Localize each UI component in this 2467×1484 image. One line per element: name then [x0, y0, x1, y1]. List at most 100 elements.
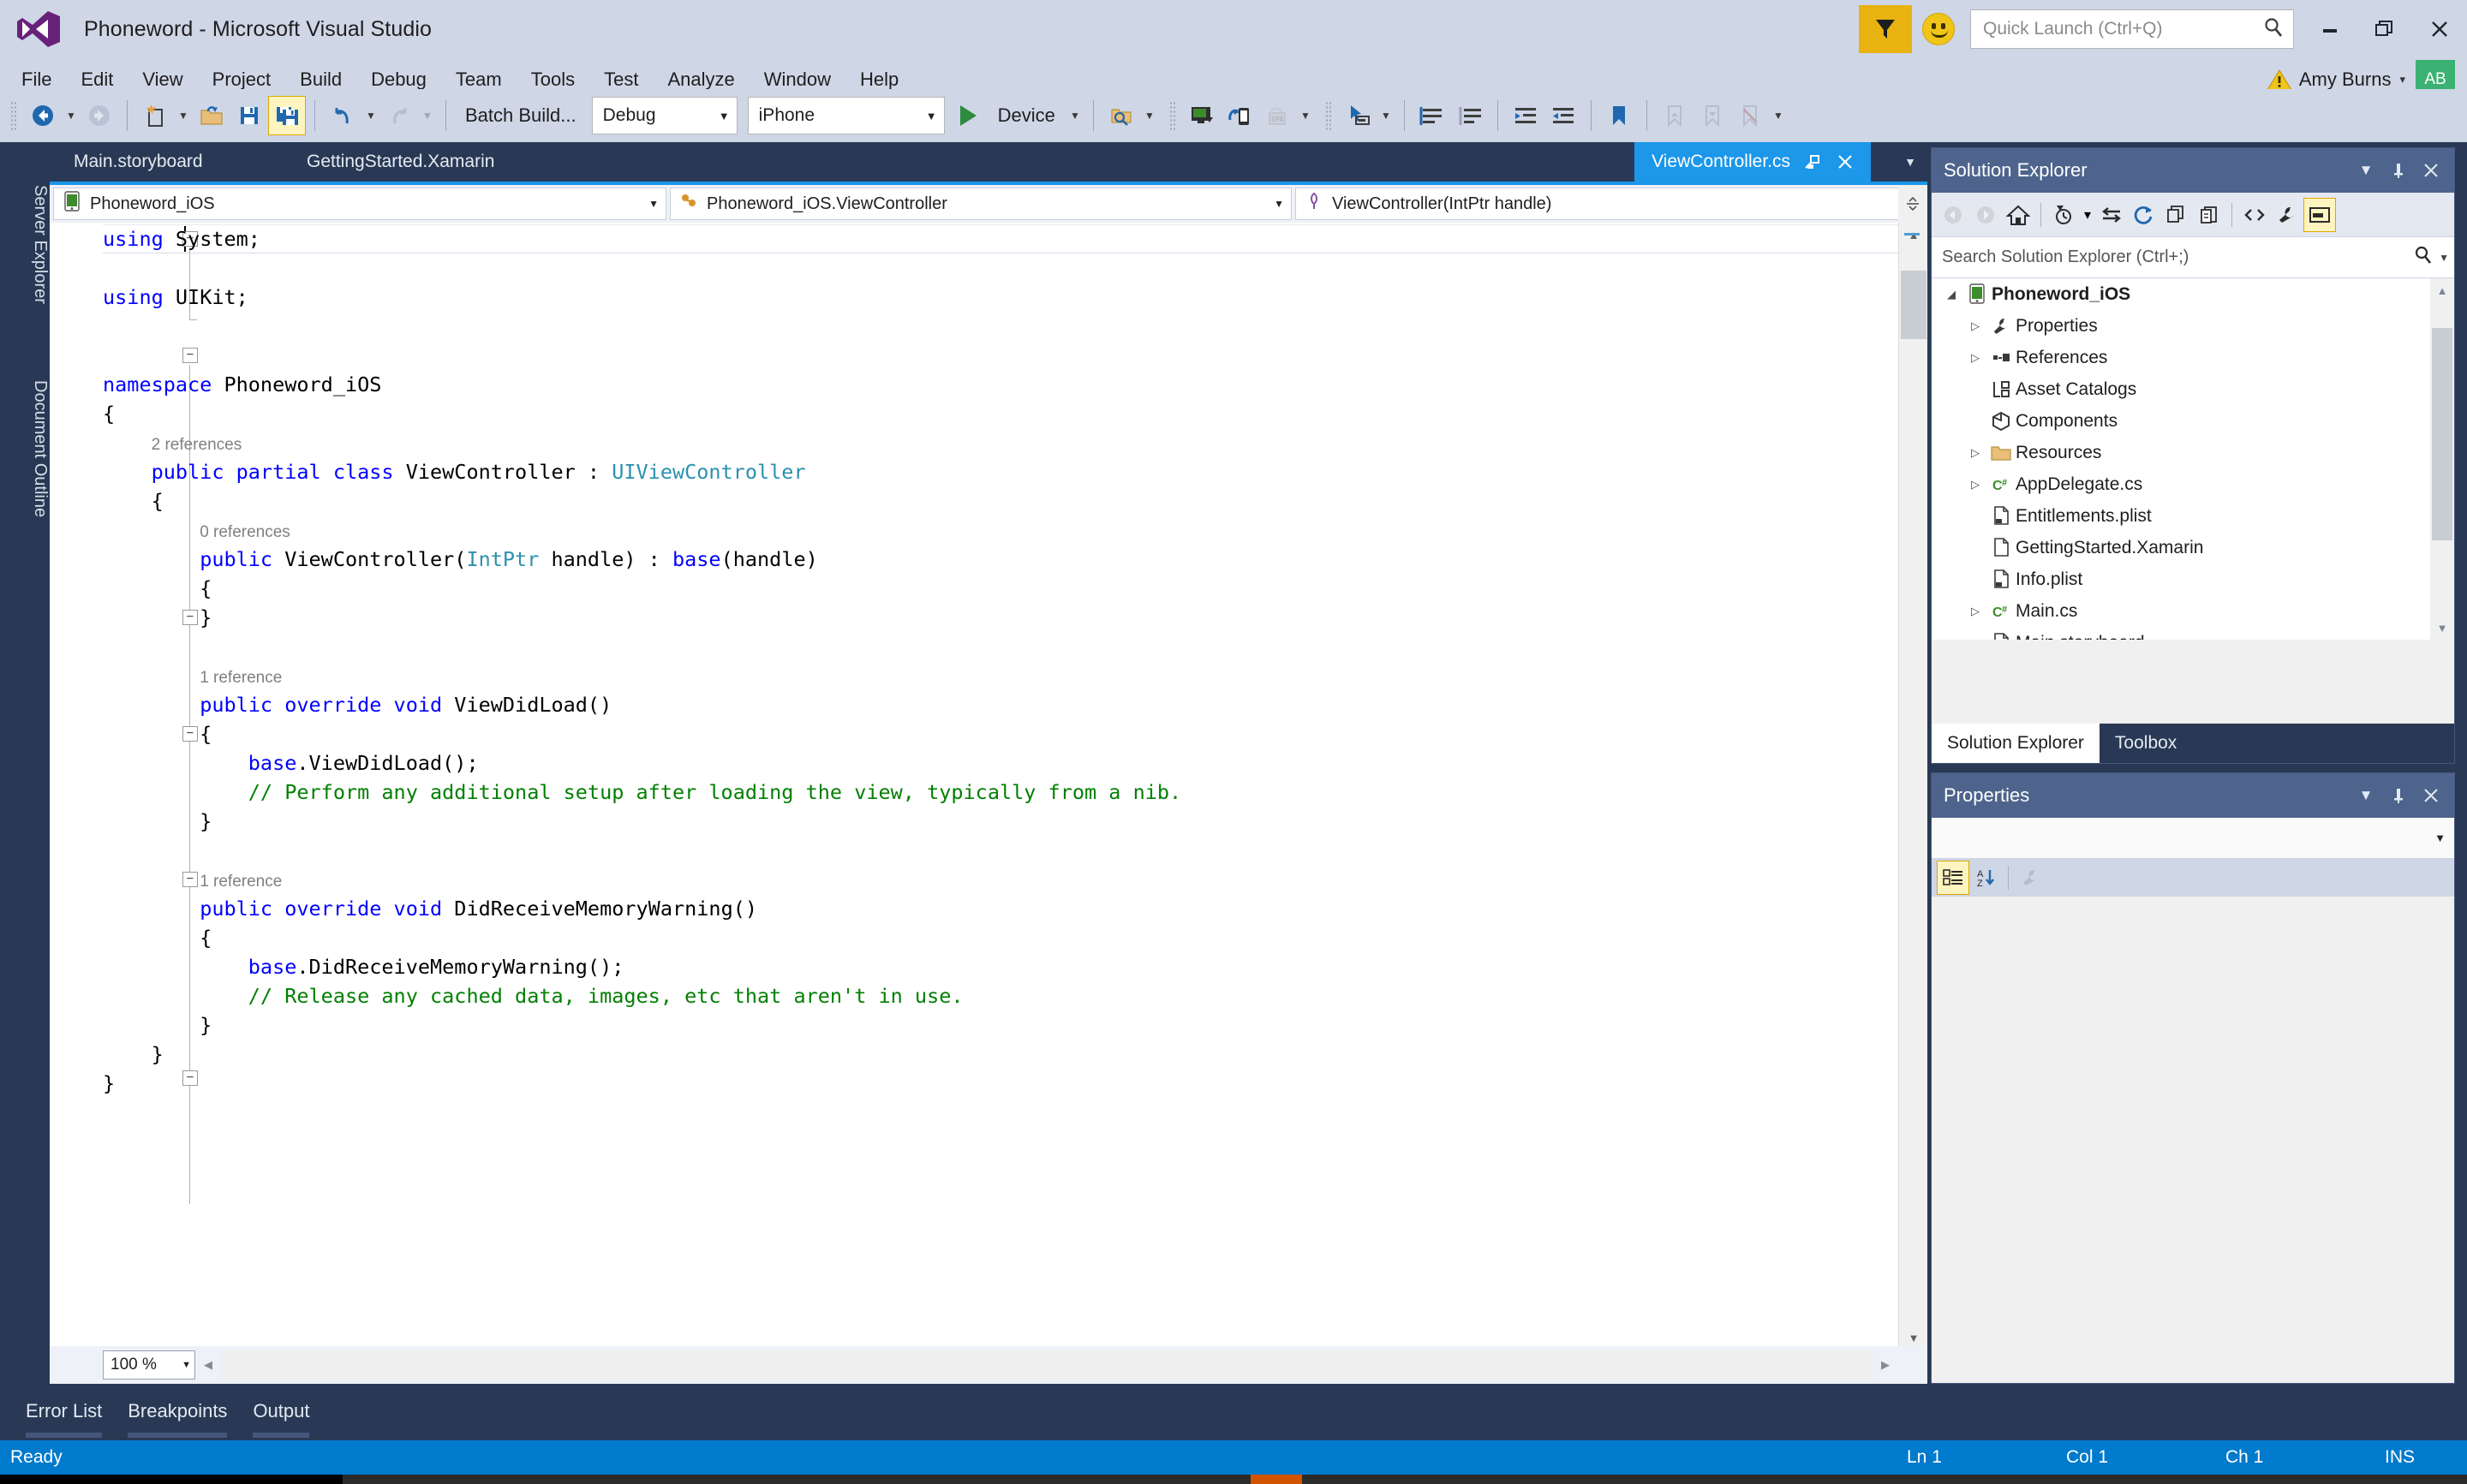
- navigate-backward-icon[interactable]: [24, 96, 62, 135]
- tab-main-storyboard[interactable]: Main.storyboard: [57, 142, 220, 182]
- zoom-level-combo[interactable]: 100 % ▼: [103, 1350, 195, 1380]
- toolbar-overflow-icon[interactable]: ▼: [1769, 96, 1788, 135]
- pointer-select-icon[interactable]: [1339, 96, 1377, 135]
- tree-item-main-cs[interactable]: ▷ C # Main.cs: [1932, 595, 2454, 627]
- solution-explorer-search[interactable]: ▼: [1932, 237, 2454, 278]
- decrease-indent-icon[interactable]: [1544, 96, 1582, 135]
- editor-split-buttons[interactable]: [1898, 185, 1927, 223]
- preview-selected-items-icon[interactable]: [2303, 197, 2336, 232]
- navbar-project-combo[interactable]: Phoneword_iOS ▼: [53, 188, 666, 220]
- chevron-down-icon[interactable]: ▾: [2399, 73, 2405, 86]
- save-icon[interactable]: [230, 96, 268, 135]
- alphabetical-sort-icon[interactable]: AZ: [1969, 861, 2002, 895]
- tree-item-resources[interactable]: ▷ Resources: [1932, 437, 2454, 468]
- sync-with-active-document-icon[interactable]: [2095, 198, 2128, 232]
- toolbar-grip[interactable]: [1168, 101, 1176, 130]
- solution-tree-scrollbar[interactable]: ▲ ▼: [2430, 278, 2454, 640]
- tree-item-gettingstarted-xamarin[interactable]: GettingStarted.Xamarin: [1932, 532, 2454, 563]
- tab-getting-started-xamarin[interactable]: GettingStarted.Xamarin: [290, 142, 511, 182]
- navigate-backward-dropdown[interactable]: ▼: [62, 96, 81, 135]
- clear-bookmarks-icon[interactable]: [1731, 96, 1769, 135]
- tab-solution-explorer[interactable]: Solution Explorer: [1932, 724, 2100, 763]
- editor-horizontal-scrollbar[interactable]: [221, 1350, 1873, 1380]
- search-input[interactable]: [1942, 247, 2414, 267]
- navigate-forward-icon[interactable]: [1969, 198, 2002, 232]
- tab-overflow-icon[interactable]: ▼: [1893, 142, 1927, 182]
- configuration-combo[interactable]: Debug ▼: [591, 97, 738, 134]
- device-link-icon[interactable]: [1221, 96, 1258, 135]
- redo-icon[interactable]: [380, 96, 418, 135]
- expand-arrow-icon[interactable]: ▷: [1964, 446, 1986, 460]
- sidebar-item-server-explorer[interactable]: Server Explorer: [0, 154, 50, 334]
- close-icon[interactable]: [2416, 781, 2446, 810]
- scroll-up-button[interactable]: ▲: [2430, 278, 2454, 302]
- close-button[interactable]: [2412, 8, 2467, 51]
- run-target-dropdown[interactable]: ▼: [1066, 96, 1084, 135]
- window-dropdown-icon[interactable]: ▼: [1377, 96, 1395, 135]
- expand-arrow-icon[interactable]: ◢: [1940, 288, 1962, 301]
- categorized-view-icon[interactable]: [1937, 861, 1969, 895]
- expand-arrow-icon[interactable]: ▷: [1964, 478, 1986, 492]
- tab-view-controller-cs[interactable]: ViewController.cs: [1634, 142, 1871, 182]
- open-file-icon[interactable]: [193, 96, 230, 135]
- navigate-backward-icon[interactable]: [1937, 198, 1969, 232]
- navigate-forward-icon[interactable]: [81, 96, 118, 135]
- pin-icon[interactable]: [1804, 152, 1823, 171]
- chevron-down-icon[interactable]: ▼: [2351, 781, 2380, 810]
- tree-item-references[interactable]: ▷ References: [1932, 342, 2454, 373]
- search-icon[interactable]: [2413, 245, 2434, 270]
- comment-icon[interactable]: [1413, 96, 1451, 135]
- navbar-member-combo[interactable]: ViewController(IntPtr handle) ▼: [1295, 188, 1920, 220]
- toolbar-overflow-icon[interactable]: ▼: [1296, 96, 1315, 135]
- close-icon[interactable]: [1837, 153, 1854, 170]
- scrollbar-thumb[interactable]: [2432, 328, 2452, 540]
- send-a-smile-icon[interactable]: [1922, 13, 1955, 45]
- navbar-type-combo[interactable]: Phoneword_iOS.ViewController ▼: [670, 188, 1292, 220]
- ipa-package-icon[interactable]: IPA: [1258, 96, 1296, 135]
- properties-grid[interactable]: [1932, 897, 2454, 1383]
- solution-tree[interactable]: ◢ Phoneword_iOS ▷ Properties ▷ References Asse…: [1932, 278, 2454, 640]
- redo-dropdown[interactable]: ▼: [418, 96, 437, 135]
- bookmark-icon[interactable]: [1600, 96, 1638, 135]
- previous-bookmark-icon[interactable]: [1656, 96, 1693, 135]
- tab-toolbox[interactable]: Toolbox: [2100, 724, 2192, 763]
- search-options-caret[interactable]: ▼: [2439, 252, 2449, 264]
- properties-object-selector[interactable]: ▼: [1932, 818, 2454, 859]
- toolbar-grip[interactable]: [1324, 101, 1332, 130]
- tree-item-appdelegate-cs[interactable]: ▷ C # AppDelegate.cs: [1932, 468, 2454, 500]
- tree-item-components[interactable]: Components: [1932, 405, 2454, 437]
- close-icon[interactable]: [2416, 156, 2446, 185]
- tab-breakpoints[interactable]: Breakpoints: [128, 1400, 228, 1438]
- uncomment-icon[interactable]: [1451, 96, 1489, 135]
- property-pages-wrench-icon[interactable]: [2015, 861, 2047, 895]
- account-name[interactable]: Amy Burns: [2299, 69, 2392, 91]
- home-icon[interactable]: [2002, 198, 2034, 232]
- pin-icon[interactable]: [2384, 781, 2413, 810]
- tree-item-info-plist[interactable]: Info.plist: [1932, 563, 2454, 595]
- minimize-button[interactable]: [2303, 8, 2357, 51]
- undo-icon[interactable]: [324, 96, 361, 135]
- pending-changes-filter-icon[interactable]: [2047, 198, 2080, 232]
- toolbar-grip[interactable]: [10, 101, 17, 130]
- editor-vertical-scrollbar[interactable]: ▲ ▼: [1898, 223, 1927, 1350]
- tree-item-asset-catalogs[interactable]: Asset Catalogs: [1932, 373, 2454, 405]
- ios-simulator-icon[interactable]: [1183, 96, 1221, 135]
- code-text-area[interactable]: − − − − − − using System; using UIKit; n…: [50, 223, 1927, 1350]
- batch-build-button[interactable]: Batch Build...: [455, 104, 587, 127]
- tab-error-list[interactable]: Error List: [26, 1400, 103, 1438]
- tree-item-properties[interactable]: ▷ Properties: [1932, 310, 2454, 342]
- undo-dropdown[interactable]: ▼: [361, 96, 380, 135]
- find-in-files-icon[interactable]: [1102, 96, 1140, 135]
- quick-launch-box[interactable]: [1970, 9, 2294, 49]
- new-project-icon[interactable]: [136, 96, 174, 135]
- expand-arrow-icon[interactable]: ▷: [1964, 319, 1986, 333]
- new-project-dropdown[interactable]: ▼: [174, 96, 193, 135]
- refresh-icon[interactable]: [2128, 198, 2160, 232]
- chevron-down-icon[interactable]: ▼: [2351, 156, 2380, 185]
- properties-wrench-icon[interactable]: [2271, 198, 2303, 232]
- pin-icon[interactable]: [2384, 156, 2413, 185]
- sidebar-item-document-outline[interactable]: Document Outline: [0, 346, 50, 551]
- start-debug-icon[interactable]: [950, 96, 988, 135]
- restore-button[interactable]: [2357, 8, 2412, 51]
- next-bookmark-icon[interactable]: [1693, 96, 1731, 135]
